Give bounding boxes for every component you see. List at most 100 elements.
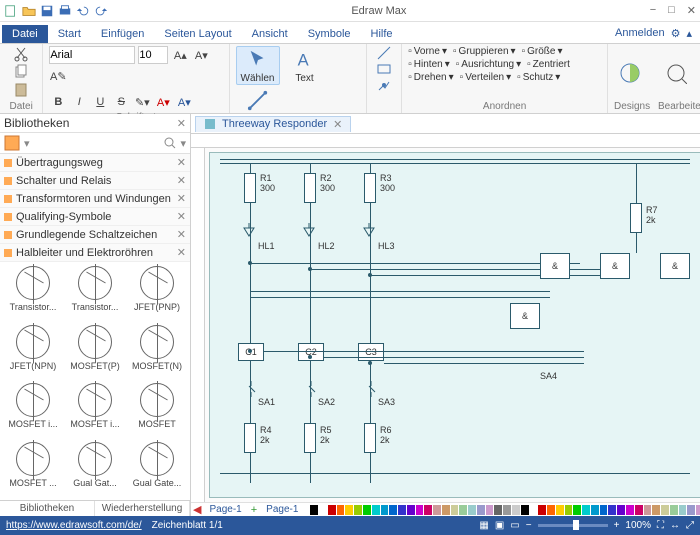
clear-format-button[interactable]: A✎ [49, 67, 67, 85]
page-tab-2[interactable]: Page-1 [260, 504, 304, 515]
color-swatch[interactable] [381, 505, 389, 515]
stencil-shape[interactable]: Transistor... [66, 266, 124, 321]
misc-tool-icon[interactable] [377, 78, 391, 92]
view-mode-icon[interactable]: ▣ [495, 520, 504, 531]
tab-view[interactable]: Ansicht [242, 25, 298, 43]
redo-icon[interactable] [94, 4, 108, 18]
stencil-shape[interactable]: Transistor... [4, 266, 62, 321]
size-button[interactable]: ▫ Größe ▾ [522, 46, 563, 57]
new-icon[interactable] [4, 4, 18, 18]
color-swatch[interactable] [468, 505, 476, 515]
select-tool[interactable]: Wählen [236, 46, 280, 85]
font-fill-button[interactable]: A▾ [175, 93, 193, 111]
color-swatch[interactable] [477, 505, 485, 515]
color-swatch[interactable] [626, 505, 634, 515]
color-swatch[interactable] [565, 505, 573, 515]
grow-font-button[interactable]: A▴ [171, 46, 189, 64]
stencil-shape[interactable]: JFET(NPN) [4, 325, 62, 380]
minimize-button[interactable]: − [650, 4, 656, 17]
center-button[interactable]: ▫ Zentriert [527, 59, 570, 70]
color-swatch[interactable] [503, 505, 511, 515]
color-swatch[interactable] [679, 505, 687, 515]
color-swatch[interactable] [512, 505, 520, 515]
color-swatch[interactable] [494, 505, 502, 515]
zoom-slider[interactable] [538, 524, 608, 527]
stencil-shape[interactable]: MOSFET(P) [66, 325, 124, 380]
add-page-icon[interactable]: + [248, 504, 260, 516]
view-mode-icon[interactable]: ▭ [510, 520, 519, 531]
color-swatch[interactable] [486, 505, 494, 515]
stencil-shape[interactable]: MOSFET i... [66, 383, 124, 438]
category-item[interactable]: Transformtoren und Windungen✕ [0, 190, 190, 208]
fit-page-icon[interactable]: ⛶ [657, 520, 664, 531]
document-tab[interactable]: Threeway Responder ✕ [195, 116, 351, 132]
page-tab-1[interactable]: Page-1 [203, 504, 247, 515]
status-url[interactable]: https://www.edrawsoft.com/de/ [6, 520, 142, 531]
color-swatch[interactable] [652, 505, 660, 515]
color-swatch[interactable] [442, 505, 450, 515]
view-mode-icon[interactable]: ▦ [479, 520, 488, 531]
sidebar-tab-libs[interactable]: Bibliotheken [0, 501, 95, 516]
color-swatch[interactable] [521, 505, 529, 515]
prev-page-icon[interactable]: ◀ [191, 503, 203, 516]
color-swatch[interactable] [310, 505, 318, 515]
color-swatch[interactable] [363, 505, 371, 515]
settings-icon[interactable]: ⚙ [671, 27, 681, 40]
stencil-shape[interactable]: MOSFET i... [4, 383, 62, 438]
shrink-font-button[interactable]: A▾ [192, 46, 210, 64]
drawing-page[interactable]: R1 300 R2 300 R3 300 HL1 HL2 HL3 [209, 152, 700, 498]
color-swatch[interactable] [687, 505, 695, 515]
color-swatch[interactable] [538, 505, 546, 515]
fit-width-icon[interactable]: ↔ [670, 520, 680, 531]
color-swatch[interactable] [345, 505, 353, 515]
color-swatch[interactable] [600, 505, 608, 515]
underline-button[interactable]: U [91, 93, 109, 111]
lock-button[interactable]: ▫ Schutz ▾ [517, 72, 560, 83]
color-swatch[interactable] [670, 505, 678, 515]
color-swatch[interactable] [582, 505, 590, 515]
color-swatch[interactable] [451, 505, 459, 515]
color-swatch[interactable] [530, 505, 538, 515]
color-swatch[interactable] [696, 505, 700, 515]
tab-file[interactable]: Datei [2, 25, 48, 43]
canvas[interactable]: R1 300 R2 300 R3 300 HL1 HL2 HL3 [191, 148, 700, 502]
color-swatch[interactable] [424, 505, 432, 515]
color-swatch[interactable] [573, 505, 581, 515]
zoom-out-icon[interactable]: − [526, 520, 532, 531]
color-swatch[interactable] [416, 505, 424, 515]
paste-icon[interactable] [13, 82, 29, 98]
rotate-button[interactable]: ▫ Drehen ▾ [408, 72, 453, 83]
copy-icon[interactable] [13, 64, 29, 80]
category-item[interactable]: Qualifying-Symbole✕ [0, 208, 190, 226]
zoom-in-icon[interactable]: + [614, 520, 620, 531]
color-swatch[interactable] [608, 505, 616, 515]
fullscreen-icon[interactable]: ⤢ [686, 520, 694, 531]
color-swatch[interactable] [407, 505, 415, 515]
maximize-button[interactable]: □ [668, 4, 675, 17]
rect-tool-icon[interactable] [377, 62, 391, 76]
category-item[interactable]: Halbleiter und Elektroröhren✕ [0, 244, 190, 262]
stencil-shape[interactable]: MOSFET [128, 383, 186, 438]
tab-insert[interactable]: Einfügen [91, 25, 154, 43]
color-swatch[interactable] [635, 505, 643, 515]
library-picker-icon[interactable] [4, 135, 20, 151]
edit-button[interactable]: Bearbeiten [652, 44, 700, 113]
close-doc-icon[interactable]: ✕ [333, 118, 342, 131]
category-item[interactable]: Grundlegende Schaltzeichen✕ [0, 226, 190, 244]
font-size-select[interactable] [138, 46, 168, 64]
category-item[interactable]: Übertragungsweg✕ [0, 154, 190, 172]
tab-start[interactable]: Start [48, 25, 91, 43]
collapse-ribbon-icon[interactable]: ▴ [686, 27, 692, 40]
tab-help[interactable]: Hilfe [361, 25, 403, 43]
print-icon[interactable] [58, 4, 72, 18]
color-swatch[interactable] [372, 505, 380, 515]
stencil-shape[interactable]: Gual Gate... [128, 442, 186, 497]
open-icon[interactable] [22, 4, 36, 18]
distribute-button[interactable]: ▫ Verteilen ▾ [460, 72, 512, 83]
stencil-shape[interactable]: Gual Gat... [66, 442, 124, 497]
color-swatch[interactable] [661, 505, 669, 515]
italic-button[interactable]: I [70, 93, 88, 111]
cut-icon[interactable] [13, 46, 29, 62]
group-button[interactable]: ▫ Gruppieren ▾ [453, 46, 516, 57]
stencil-shape[interactable]: JFET(PNP) [128, 266, 186, 321]
